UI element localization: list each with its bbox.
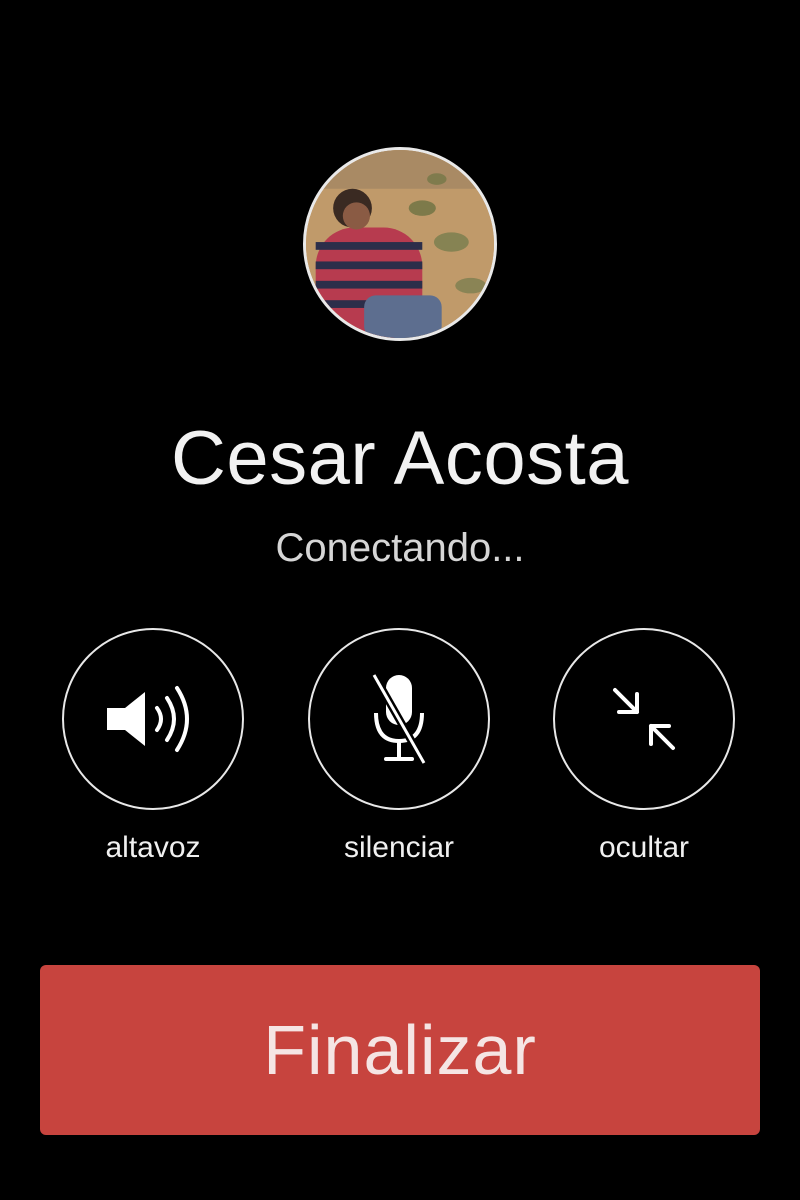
speaker-label: altavoz xyxy=(105,831,201,864)
end-call-label: Finalizar xyxy=(263,1011,537,1089)
minimize-arrows-icon xyxy=(613,688,675,750)
hide-button[interactable] xyxy=(553,628,735,810)
end-call-button[interactable]: Finalizar xyxy=(40,965,760,1135)
microphone-muted-icon xyxy=(370,673,428,765)
mute-label: silenciar xyxy=(343,831,455,864)
call-status: Conectando... xyxy=(275,526,525,570)
hide-control[interactable]: ocultar xyxy=(551,628,737,868)
speaker-button[interactable] xyxy=(62,628,244,810)
mute-button[interactable] xyxy=(308,628,490,810)
avatar xyxy=(303,147,497,341)
speaker-icon xyxy=(107,686,189,752)
hide-label: ocultar xyxy=(598,831,690,864)
speaker-control[interactable]: altavoz xyxy=(60,628,246,868)
contact-name: Cesar Acosta xyxy=(171,416,629,501)
contact-photo xyxy=(306,150,494,338)
mute-control[interactable]: silenciar xyxy=(306,628,492,868)
